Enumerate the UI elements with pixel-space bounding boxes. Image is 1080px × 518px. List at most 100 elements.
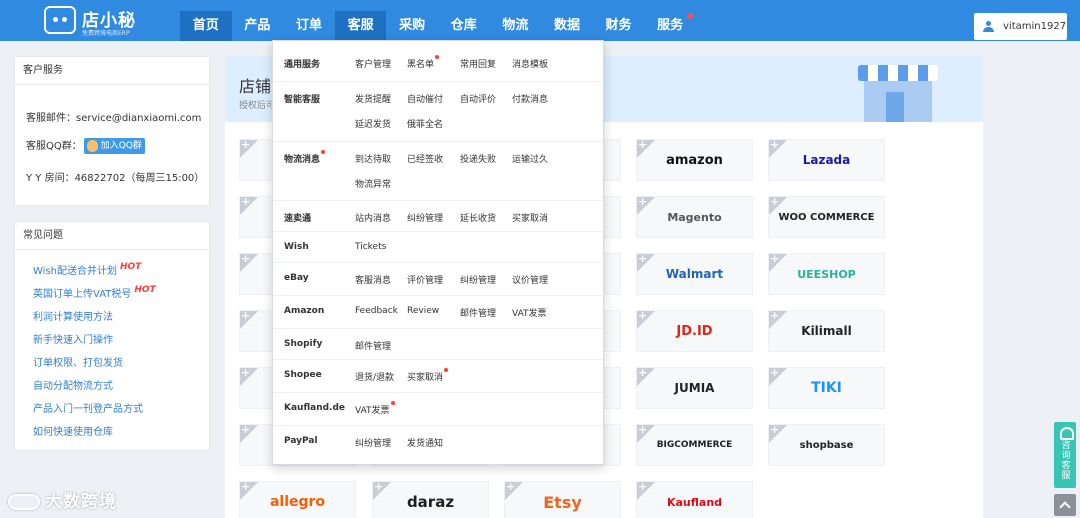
menu-link[interactable]: 纠纷管理 — [355, 436, 391, 449]
platform-tile[interactable]: + Kaufland — [636, 481, 753, 518]
menu-link[interactable]: 运输过久 — [512, 152, 548, 165]
menu-link[interactable]: 已经签收 — [407, 152, 443, 165]
menu-link[interactable]: 发货通知 — [407, 436, 443, 449]
menu-category: Shopify — [284, 339, 322, 349]
menu-link[interactable]: 黑名单 — [407, 55, 440, 70]
menu-link[interactable]: 俄菲全名 — [407, 117, 443, 130]
cs-email: 客服邮件：service@dianxiaomi.com — [26, 113, 202, 124]
plus-icon: + — [241, 423, 251, 436]
nav-item-3[interactable]: 客服 — [334, 11, 387, 41]
menu-group: eBay 客服消息 评价管理 纠纷管理 议价管理 — [273, 263, 603, 296]
nav-item-2[interactable]: 订单 — [283, 11, 335, 41]
faq-item[interactable]: 利润计算使用方法 — [33, 308, 209, 331]
platform-tile[interactable]: + amazon — [636, 139, 753, 181]
menu-link[interactable]: Review — [407, 306, 439, 316]
nav-item-label: 财务 — [605, 18, 632, 33]
nav-item-1[interactable]: 产品 — [232, 11, 284, 41]
menu-link[interactable]: 到达待取 — [355, 152, 391, 165]
platform-tile[interactable]: + Magento — [636, 196, 753, 238]
nav-item-0[interactable]: 首页 — [180, 11, 232, 41]
faq-item-text: 自动分配物流方式 — [33, 381, 113, 392]
faq-item[interactable]: 自动分配物流方式 — [33, 377, 209, 400]
menu-link-label: 买家取消 — [407, 373, 444, 383]
menu-link[interactable]: 物流异常 — [355, 177, 391, 190]
join-qq-button[interactable]: 加入QQ群 — [83, 138, 145, 154]
menu-link[interactable]: 议价管理 — [512, 273, 548, 286]
faq-item[interactable]: 新手快速入门操作 — [33, 331, 209, 354]
menu-link[interactable]: Feedback — [355, 306, 398, 316]
plus-icon: + — [241, 252, 251, 265]
faq-item[interactable]: 英国订单上传VAT税号 HOT — [33, 285, 209, 308]
banner-subtitle: 授权后可 — [239, 101, 276, 111]
platform-tile[interactable]: + allegro — [239, 481, 356, 518]
menu-category: PayPal — [284, 436, 318, 446]
menu-link[interactable]: 客服消息 — [355, 273, 391, 286]
platform-tile[interactable]: + daraz — [372, 481, 489, 518]
menu-link[interactable]: 延迟发货 — [355, 117, 391, 130]
menu-link[interactable]: 投递失败 — [460, 152, 496, 165]
faq-item-text: 订单权限、打包发货 — [33, 358, 123, 369]
platform-tile[interactable]: + Walmart — [636, 253, 753, 295]
menu-link[interactable]: VAT发票 — [512, 306, 547, 319]
menu-link-label: 延长收货 — [460, 214, 497, 224]
menu-link[interactable]: 纠纷管理 — [460, 273, 496, 286]
nav-item-9[interactable]: 服务 — [644, 11, 696, 41]
menu-link[interactable]: VAT发票 — [355, 401, 395, 416]
platform-logo: WOO COMMERCE — [778, 211, 875, 223]
nav-item-7[interactable]: 数据 — [541, 11, 593, 41]
menu-link[interactable]: 常用回复 — [460, 57, 496, 70]
menu-link[interactable]: Tickets — [355, 242, 386, 252]
platform-tile[interactable]: + Lazada — [768, 139, 885, 181]
platform-tile[interactable]: + UEESHOP — [768, 253, 885, 295]
platform-tile[interactable]: + shopbase — [768, 424, 885, 466]
menu-link-label: 纠纷管理 — [460, 276, 497, 286]
faq-item[interactable]: 如何快速使用仓库 — [33, 423, 209, 446]
menu-category: Kaufland.de — [284, 403, 345, 413]
menu-link[interactable]: 客户管理 — [355, 57, 391, 70]
menu-link-label: 纠纷管理 — [407, 214, 444, 224]
menu-link-label: Tickets — [355, 242, 387, 252]
nav-item-label: 客服 — [347, 18, 374, 33]
nav-item-8[interactable]: 财务 — [593, 11, 645, 41]
platform-tile[interactable]: + JD.ID — [636, 310, 753, 352]
nav-item-4[interactable]: 采购 — [386, 11, 438, 41]
menu-link[interactable]: 站内消息 — [355, 211, 391, 224]
customer-service-dropdown: 通用服务 客户管理 黑名单 常用回复 消息模板 智能客服 发货提醒 自动催付 自动评价 付款消息延… — [272, 40, 604, 465]
menu-link[interactable]: 邮件管理 — [460, 306, 496, 319]
consult-service-button[interactable]: 咨询客服 — [1054, 422, 1076, 488]
new-dot-icon — [390, 401, 395, 405]
menu-link[interactable]: 自动评价 — [460, 92, 496, 105]
menu-link[interactable]: 发货提醒 — [355, 92, 391, 105]
menu-link[interactable]: 退货/退款 — [355, 370, 394, 383]
faq-item[interactable]: 产品入门一刊登产品方式 — [33, 400, 209, 423]
platform-tile[interactable]: + BIGCOMMERCE — [636, 424, 753, 466]
platform-logo: JD.ID — [676, 323, 713, 339]
back-to-top-button[interactable] — [1054, 494, 1076, 516]
faq-item[interactable]: Wish配送合并计划 HOT — [33, 262, 209, 285]
menu-link[interactable]: 自动催付 — [407, 92, 443, 105]
platform-tile[interactable]: + Kilimall — [768, 310, 885, 352]
faq-item[interactable]: 订单权限、打包发货 — [33, 354, 209, 377]
menu-link[interactable]: 付款消息 — [512, 92, 548, 105]
nav-item-5[interactable]: 仓库 — [438, 11, 490, 41]
nav-item-6[interactable]: 物流 — [490, 11, 542, 41]
menu-link[interactable]: 消息模板 — [512, 57, 548, 70]
platform-tile[interactable]: + Etsy — [504, 481, 621, 518]
menu-link-label: 到达待取 — [355, 155, 392, 165]
platform-tile[interactable]: + WOO COMMERCE — [768, 196, 885, 238]
logo[interactable]: 店小秘 免费跨境电商ERP — [44, 4, 144, 37]
platform-tile[interactable]: + JUMIA — [636, 367, 753, 409]
menu-link-label: 客服消息 — [355, 276, 392, 286]
platform-logo: allegro — [269, 494, 326, 510]
platform-logo: BIGCOMMERCE — [656, 440, 733, 450]
platform-tile[interactable]: + TIKI — [768, 367, 885, 409]
new-dot-icon — [444, 368, 449, 372]
menu-link[interactable]: 延长收货 — [460, 211, 496, 224]
menu-link[interactable]: 纠纷管理 — [407, 211, 443, 224]
user-menu[interactable]: vitamin1927 — [974, 13, 1067, 40]
menu-link[interactable]: 邮件管理 — [355, 339, 391, 352]
menu-category-label: 智能客服 — [284, 95, 321, 105]
menu-link[interactable]: 买家取消 — [512, 211, 548, 224]
menu-link[interactable]: 买家取消 — [407, 368, 449, 383]
menu-link[interactable]: 评价管理 — [407, 273, 443, 286]
